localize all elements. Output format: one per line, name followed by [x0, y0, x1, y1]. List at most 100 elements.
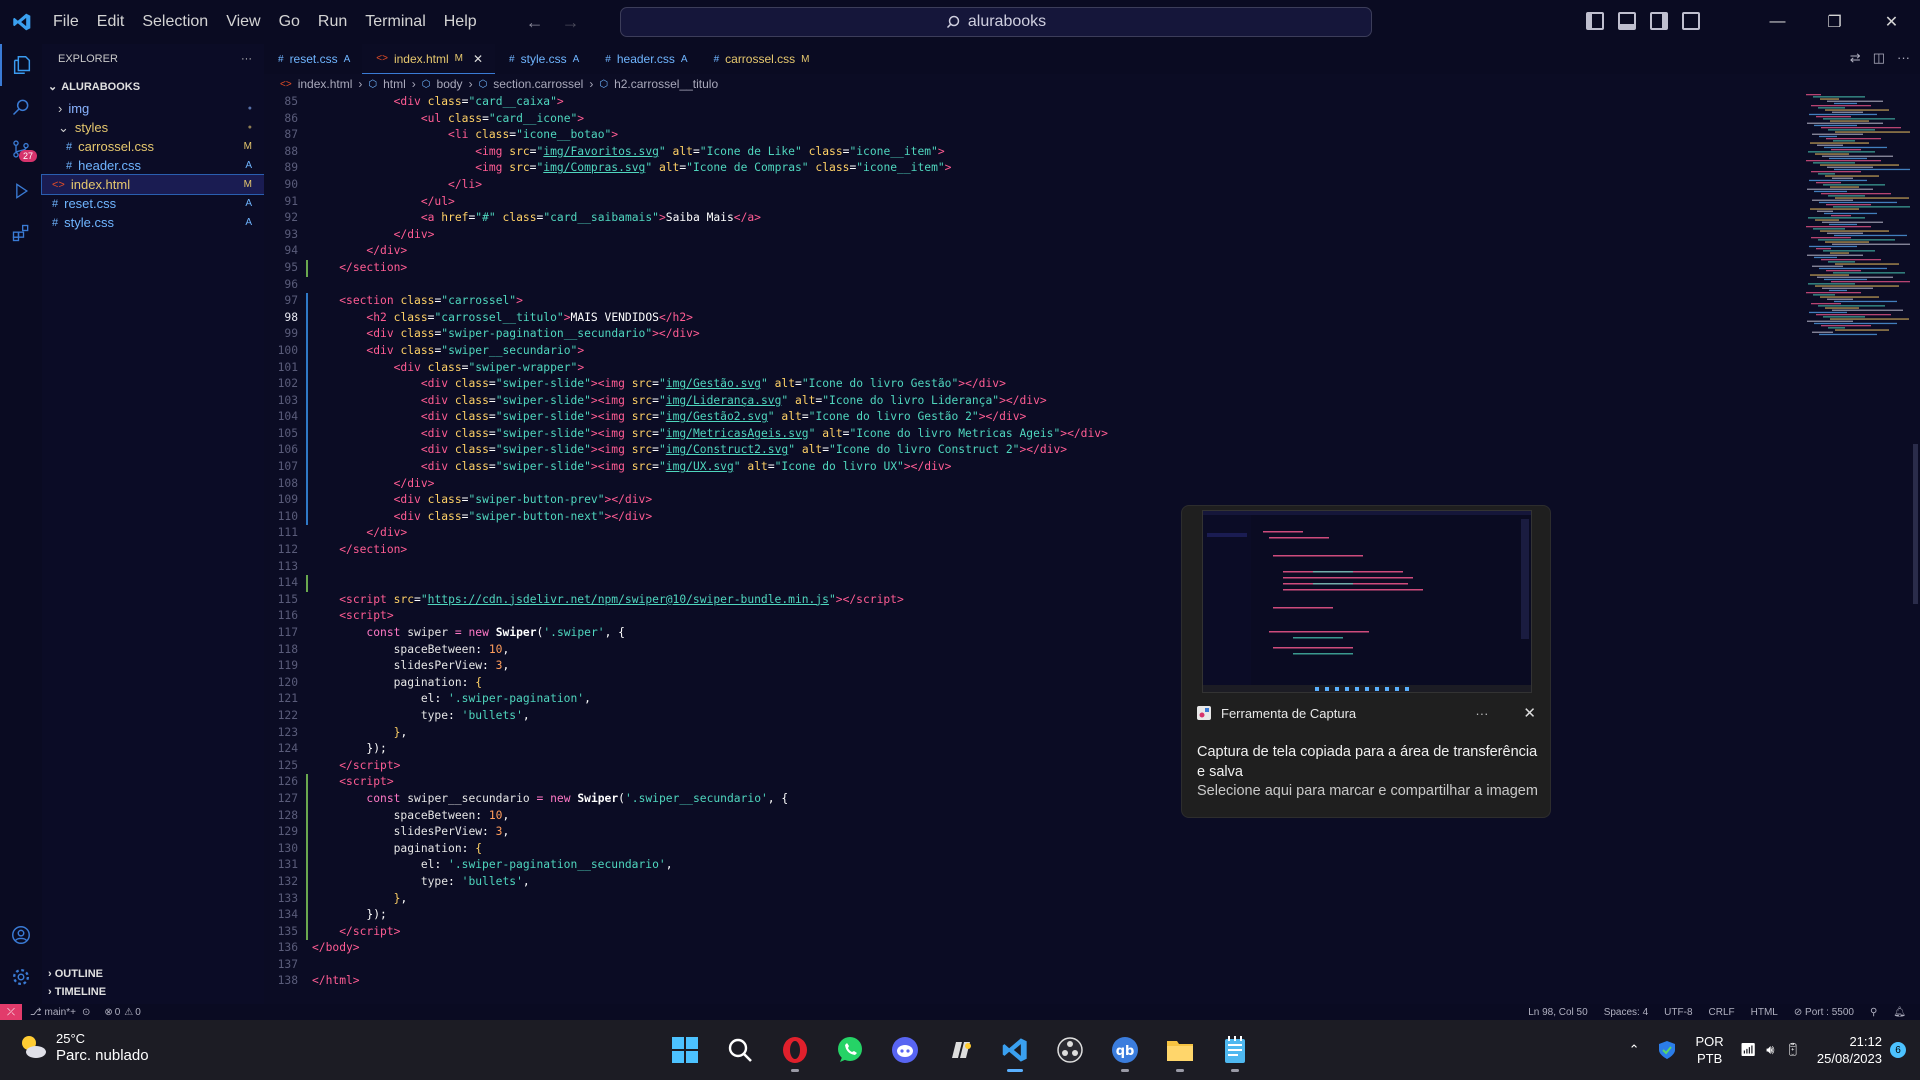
back-arrow-icon[interactable]: ←	[526, 12, 544, 33]
diff-gutter[interactable]	[302, 907, 312, 924]
code-line[interactable]: 95 </section>	[264, 259, 1754, 277]
code-line[interactable]: 104 <div class="swiper-slide"><img src="…	[264, 409, 1754, 426]
forward-arrow-icon[interactable]: →	[562, 12, 580, 33]
diff-gutter[interactable]	[302, 957, 312, 974]
clock[interactable]: 21:12 25/08/2023	[1817, 1033, 1882, 1067]
screenshot-thumbnail[interactable]	[1202, 510, 1532, 693]
tab-header-css[interactable]: # header.css A	[591, 44, 699, 74]
vscode-taskbar-icon[interactable]	[993, 1028, 1037, 1072]
split-editor-icon[interactable]: ◫	[1873, 50, 1885, 66]
diff-gutter[interactable]	[302, 259, 312, 277]
notification-center-badge[interactable]: 6	[1890, 1042, 1906, 1058]
diff-gutter[interactable]	[302, 608, 312, 625]
diff-gutter[interactable]	[302, 973, 312, 990]
diff-gutter[interactable]	[302, 144, 312, 161]
code-line[interactable]: 98 <h2 class="carrossel__titulo">MAIS VE…	[264, 309, 1754, 327]
code-line[interactable]: 93 </div>	[264, 227, 1754, 244]
diff-gutter[interactable]	[302, 359, 312, 377]
run-debug-icon[interactable]	[0, 170, 42, 212]
tree-item-index-html[interactable]: <> index.html M	[41, 174, 265, 195]
menu-go[interactable]: Go	[270, 0, 309, 44]
tree-item-carrossel-css[interactable]: # carrossel.css M	[42, 137, 264, 156]
menu-help[interactable]: Help	[435, 0, 486, 44]
diff-gutter[interactable]	[302, 890, 312, 908]
code-line[interactable]: 107 <div class="swiper-slide"><img src="…	[264, 459, 1754, 476]
minimap[interactable]	[1800, 94, 1910, 344]
open-changes-icon[interactable]: ⇄	[1850, 50, 1861, 66]
diff-gutter[interactable]	[302, 840, 312, 858]
file-explorer-icon[interactable]	[1158, 1028, 1202, 1072]
code-line[interactable]: 138 </html>	[264, 973, 1754, 990]
code-line[interactable]: 87 <li class="icone__botao">	[264, 127, 1754, 144]
diff-gutter[interactable]	[302, 708, 312, 725]
maximize-icon[interactable]: ❐	[1806, 0, 1863, 44]
code-line[interactable]: 90 </li>	[264, 177, 1754, 194]
diff-gutter[interactable]	[302, 127, 312, 144]
explorer-icon[interactable]	[0, 44, 42, 86]
game-launcher-icon[interactable]	[938, 1028, 982, 1072]
diff-gutter[interactable]	[302, 293, 312, 310]
indentation[interactable]: Spaces: 4	[1604, 1007, 1648, 1018]
diff-gutter[interactable]	[302, 807, 312, 825]
diff-gutter[interactable]	[302, 425, 312, 443]
code-line[interactable]: 86 <ul class="card__icone">	[264, 111, 1754, 128]
diff-gutter[interactable]	[302, 442, 312, 459]
warning-count[interactable]: 0	[135, 1007, 141, 1018]
diff-gutter[interactable]	[302, 774, 312, 791]
code-line[interactable]: 135 </script>	[264, 923, 1754, 941]
more-actions-icon[interactable]: ···	[241, 53, 252, 65]
source-control-icon[interactable]: 27	[0, 128, 42, 170]
code-line[interactable]: 108 </div>	[264, 475, 1754, 493]
diff-gutter[interactable]	[302, 409, 312, 426]
diff-gutter[interactable]	[302, 940, 312, 957]
diff-gutter[interactable]	[302, 227, 312, 244]
menu-selection[interactable]: Selection	[133, 0, 217, 44]
whatsapp-icon[interactable]	[828, 1028, 872, 1072]
diff-gutter[interactable]	[302, 243, 312, 260]
diff-gutter[interactable]	[302, 725, 312, 742]
code-line[interactable]: 134 });	[264, 907, 1754, 924]
wifi-icon[interactable]: 📶︎	[1740, 1042, 1757, 1058]
diff-gutter[interactable]	[302, 459, 312, 476]
language-mode[interactable]: HTML	[1751, 1007, 1778, 1018]
more-actions-icon[interactable]: ···	[1897, 50, 1910, 66]
code-line[interactable]: 136 </body>	[264, 940, 1754, 957]
feedback-icon[interactable]: ⚲	[1870, 1007, 1877, 1018]
diff-gutter[interactable]	[302, 642, 312, 659]
menu-view[interactable]: View	[217, 0, 269, 44]
diff-gutter[interactable]	[302, 309, 312, 327]
breadcrumb-item[interactable]: html	[383, 77, 406, 91]
vertical-scrollbar[interactable]	[1908, 94, 1920, 1004]
encoding[interactable]: UTF-8	[1664, 1007, 1692, 1018]
diff-gutter[interactable]	[302, 376, 312, 393]
opera-icon[interactable]	[773, 1028, 817, 1072]
search-icon[interactable]	[718, 1028, 762, 1072]
diff-gutter[interactable]	[302, 111, 312, 128]
diff-gutter[interactable]	[302, 691, 312, 708]
tab-reset-css[interactable]: # reset.css A	[264, 44, 362, 74]
diff-gutter[interactable]	[302, 824, 312, 841]
diff-gutter[interactable]	[302, 625, 312, 642]
toggle-sidebar-icon[interactable]	[1586, 12, 1604, 30]
tree-item-img[interactable]: › img ●	[42, 99, 264, 118]
close-icon[interactable]: ✕	[1863, 0, 1920, 44]
scrollbar-thumb[interactable]	[1913, 444, 1918, 604]
tree-item-header-css[interactable]: # header.css A	[42, 156, 264, 175]
breadcrumb-item[interactable]: section.carrossel	[493, 77, 583, 91]
outline-section[interactable]: › OUTLINE	[42, 968, 264, 980]
diff-gutter[interactable]	[302, 177, 312, 194]
diff-gutter[interactable]	[302, 508, 312, 526]
diff-gutter[interactable]	[302, 525, 312, 542]
diff-gutter[interactable]	[302, 857, 312, 874]
code-line[interactable]: 130 pagination: {	[264, 840, 1754, 858]
code-line[interactable]: 131 el: '.swiper-pagination__secundario'…	[264, 857, 1754, 874]
diff-gutter[interactable]	[302, 326, 312, 343]
notification-close-icon[interactable]: ✕	[1523, 704, 1536, 722]
code-line[interactable]: 97 <section class="carrossel">	[264, 293, 1754, 310]
code-line[interactable]: 101 <div class="swiper-wrapper">	[264, 359, 1754, 377]
input-language[interactable]: POR PTB	[1696, 1033, 1724, 1067]
breadcrumb-item[interactable]: h2.carrossel__titulo	[614, 77, 718, 91]
code-line[interactable]: 100 <div class="swiper__secundario">	[264, 342, 1754, 360]
toggle-secondary-sidebar-icon[interactable]	[1650, 12, 1668, 30]
weather-widget[interactable]: 25°C Parc. nublado	[18, 1030, 149, 1064]
